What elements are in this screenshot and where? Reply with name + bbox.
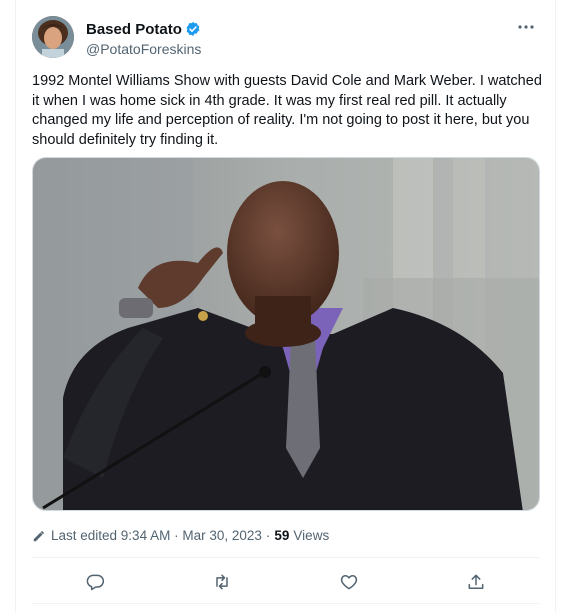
reply-icon <box>87 574 105 591</box>
verified-badge-icon <box>185 21 201 37</box>
author-names: Based Potato @PotatoForeskins <box>86 19 201 58</box>
tweet-header: Based Potato @PotatoForeskins <box>32 16 539 64</box>
handle[interactable]: @PotatoForeskins <box>86 41 201 57</box>
share-button[interactable] <box>459 565 493 599</box>
retweet-button[interactable] <box>205 565 239 599</box>
reply-button[interactable] <box>78 565 112 599</box>
like-button[interactable] <box>332 565 366 599</box>
share-icon <box>468 574 484 589</box>
more-icon[interactable] <box>515 18 537 36</box>
views-label: Views <box>293 528 330 543</box>
edited-timestamp[interactable]: Last edited 9:34 AM · Mar 30, 2023 <box>51 528 262 543</box>
action-bar <box>32 565 539 599</box>
tweet-card: Based Potato @PotatoForeskins 1992 Monte… <box>15 0 556 612</box>
display-name[interactable]: Based Potato <box>86 21 182 38</box>
like-icon <box>340 575 358 590</box>
display-name-row: Based Potato <box>86 19 201 39</box>
meta-separator: · <box>265 528 271 543</box>
tweet-text: 1992 Montel Williams Show with guests Da… <box>32 73 542 148</box>
views-count: 59 <box>274 528 290 543</box>
tweet-photo[interactable] <box>32 157 540 511</box>
divider <box>32 603 539 604</box>
edit-pencil-icon[interactable] <box>32 529 46 543</box>
divider <box>32 557 539 558</box>
retweet-icon <box>216 574 228 590</box>
tweet-meta: Last edited 9:34 AM · Mar 30, 2023 · 59 … <box>32 528 329 543</box>
avatar[interactable] <box>32 16 74 58</box>
